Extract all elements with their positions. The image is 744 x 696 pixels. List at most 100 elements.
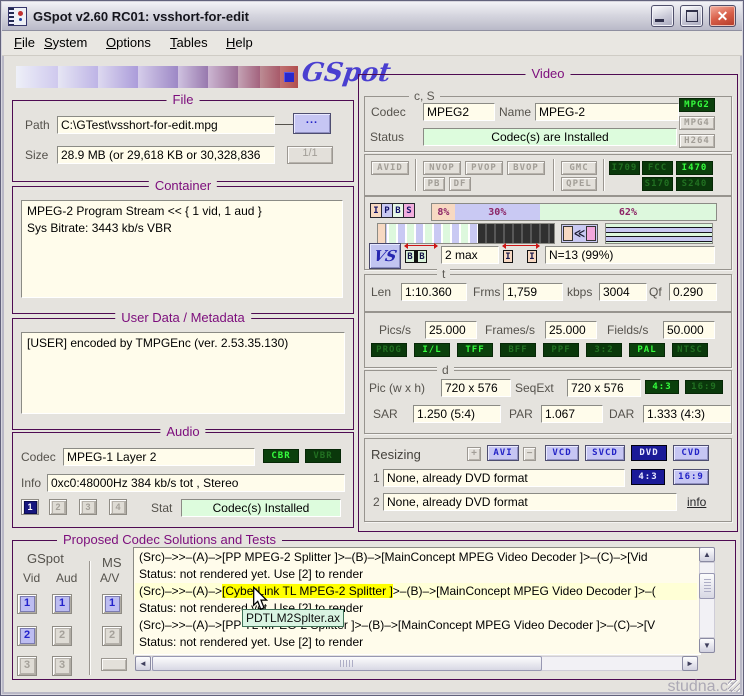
video-cs-box: c, S Codec MPEG2 Name MPEG-2 Status Code…	[364, 96, 732, 152]
userdata-group: User Data / Metadata [USER] encoded by T…	[12, 318, 354, 430]
video-codec-label: Codec	[371, 105, 406, 120]
avi-button[interactable]: AVI	[487, 445, 519, 461]
solution-line-highlighted[interactable]: (Src)–>>–(A)–>[CyberLink TL MPEG-2 Split…	[135, 583, 697, 600]
pulldown-badge: 3:2	[586, 343, 622, 357]
seqext-field[interactable]: 720 x 576	[567, 379, 641, 397]
zoom-out-button[interactable]: −	[523, 447, 536, 461]
horizontal-scrollbar-thumb[interactable]	[152, 656, 542, 671]
userdata-box[interactable]: [USER] encoded by TMPGEnc (ver. 2.53.35.…	[21, 332, 345, 414]
video-codec-field[interactable]: MPEG2	[423, 103, 495, 121]
menu-help[interactable]: Help	[226, 35, 253, 50]
len-field[interactable]: 1:10.360	[401, 283, 467, 301]
par-field[interactable]: 1.067	[541, 405, 603, 423]
browse-button[interactable]: ...	[293, 113, 331, 134]
filter-filename-tooltip: PDTLM2Splter.ax	[242, 609, 344, 627]
arrow-left-icon: ◄	[139, 659, 147, 668]
audio-info-field[interactable]: 0xc0:48000Hz 384 kb/s tot , Stereo	[47, 474, 345, 492]
container-line2: Sys Bitrate: 3443 kb/s VBR	[27, 220, 337, 237]
sar-label: SAR	[373, 407, 398, 422]
audio-info-label: Info	[21, 476, 41, 491]
solution-status-line[interactable]: Status: not rendered yet. Use [2] to ren…	[135, 600, 697, 617]
resize-grip[interactable]	[728, 680, 741, 693]
zoom-in-button[interactable]: +	[467, 447, 481, 461]
audio-codec-label: Codec	[21, 450, 56, 465]
svcd-button[interactable]: SVCD	[585, 445, 625, 461]
gspot-vs-button[interactable]: VS	[369, 243, 401, 269]
audio-codec-field[interactable]: MPEG-1 Layer 2	[63, 448, 255, 466]
vertical-scrollbar-thumb[interactable]	[699, 573, 715, 599]
ar-169-badge: 16:9	[685, 380, 723, 394]
seqext-label: SeqExt	[515, 381, 554, 396]
gop-length-field[interactable]: N=13 (99%)	[545, 246, 715, 264]
field-order-icon	[561, 224, 598, 243]
sar-field[interactable]: 1.250 (5:4)	[413, 405, 501, 423]
h264-badge: H264	[679, 134, 715, 148]
resize-row2-field[interactable]: None, already DVD format	[383, 493, 677, 511]
s170-badge: S170	[642, 177, 673, 191]
fields-label: Fields/s	[607, 323, 648, 338]
arrow-down-icon: ▼	[703, 641, 711, 650]
menubar: File System Options Tables Help	[2, 31, 742, 56]
solutions-list[interactable]: (Src)–>>–(A)–>[PP MPEG-2 Splitter ]>–(B)…	[133, 547, 701, 655]
av-progress-box	[101, 658, 127, 671]
audio-stream-1-button[interactable]: 1	[21, 499, 39, 515]
interlace-fields-bar	[605, 223, 713, 244]
resize-169-button[interactable]: 16:9	[673, 469, 709, 485]
av-test-2-button: 2	[102, 626, 122, 646]
vbr-badge: VBR	[305, 449, 341, 463]
dar-field[interactable]: 1.333 (4:3)	[643, 405, 731, 423]
minimize-button[interactable]	[651, 5, 674, 27]
video-name-label: Name	[499, 105, 531, 120]
ms-column-label: MS	[102, 555, 122, 570]
scroll-left-button[interactable]: ◄	[135, 656, 151, 671]
solution-status-line[interactable]: Status: not rendered yet. Use [2] to ren…	[135, 566, 697, 583]
frames-field[interactable]: 25.000	[545, 321, 597, 339]
arrow-right-icon: ►	[686, 659, 694, 668]
dvd-button[interactable]: DVD	[631, 445, 667, 461]
qf-field[interactable]: 0.290	[669, 283, 717, 301]
watermark: studna.cz	[668, 678, 736, 696]
max-b-field[interactable]: 2 max	[441, 246, 499, 264]
menu-file[interactable]: File	[14, 35, 35, 50]
path-field[interactable]: C:\GTest\vsshort-for-edit.mpg	[57, 116, 275, 134]
audio-stat-label: Stat	[151, 501, 172, 516]
vid-test-1-button[interactable]: 1	[17, 594, 37, 614]
vid-test-2-button[interactable]: 2	[17, 626, 37, 646]
menu-options[interactable]: Options	[106, 35, 151, 50]
solution-status-line[interactable]: Status: not rendered yet. Use [2] to ren…	[135, 634, 697, 651]
solutions-group-label: Proposed Codec Solutions and Tests	[57, 532, 282, 548]
audio-group: Audio Codec MPEG-1 Layer 2 CBR VBR Info …	[12, 432, 354, 528]
close-button[interactable]: ✕	[709, 5, 736, 27]
scroll-right-button[interactable]: ►	[682, 656, 698, 671]
resize-43-button[interactable]: 4:3	[631, 469, 665, 485]
kbps-label: kbps	[567, 285, 592, 300]
aud-test-1-button[interactable]: 1	[52, 594, 72, 614]
vcd-button[interactable]: VCD	[545, 445, 579, 461]
maximize-button[interactable]	[680, 5, 703, 27]
pics-field[interactable]: 25.000	[425, 321, 477, 339]
close-icon: ✕	[717, 8, 729, 25]
av-test-1-button[interactable]: 1	[102, 594, 122, 614]
solution-line[interactable]: (Src)–>>–(A)–>[PP MPEG-2 Splitter ]>–(B)…	[135, 549, 697, 566]
bitrate-gradient-bar	[16, 66, 298, 88]
menu-tables[interactable]: Tables	[170, 35, 208, 50]
resizing-box: Resizing + AVI − VCD SVCD DVD CVD 1 None…	[364, 438, 732, 522]
size-field[interactable]: 28.9 MB (or 29,618 KB or 30,328,836	[57, 146, 275, 164]
scroll-up-button[interactable]: ▲	[699, 547, 715, 562]
solution-line[interactable]: (Src)–>>–(A)–>[PP TL MPEG-2 Splitter ]>–…	[135, 617, 697, 634]
frms-field[interactable]: 1,759	[503, 283, 563, 301]
container-info-box[interactable]: MPEG-2 Program Stream << { 1 vid, 1 aud …	[21, 200, 343, 298]
video-name-field[interactable]: MPEG-2	[535, 103, 679, 121]
pic-field[interactable]: 720 x 576	[441, 379, 511, 397]
kbps-field[interactable]: 3004	[599, 283, 647, 301]
userdata-group-label: User Data / Metadata	[115, 310, 251, 326]
gop-structure-bar	[377, 223, 555, 244]
qf-label: Qf	[649, 285, 662, 300]
resize-row1-field[interactable]: None, already DVD format	[383, 469, 625, 487]
menu-system[interactable]: System	[44, 35, 87, 50]
i470-badge: I470	[676, 161, 713, 175]
scroll-down-button[interactable]: ▼	[699, 638, 715, 653]
fields-field[interactable]: 50.000	[663, 321, 715, 339]
info-link[interactable]: info	[687, 495, 706, 509]
cvd-button[interactable]: CVD	[673, 445, 709, 461]
